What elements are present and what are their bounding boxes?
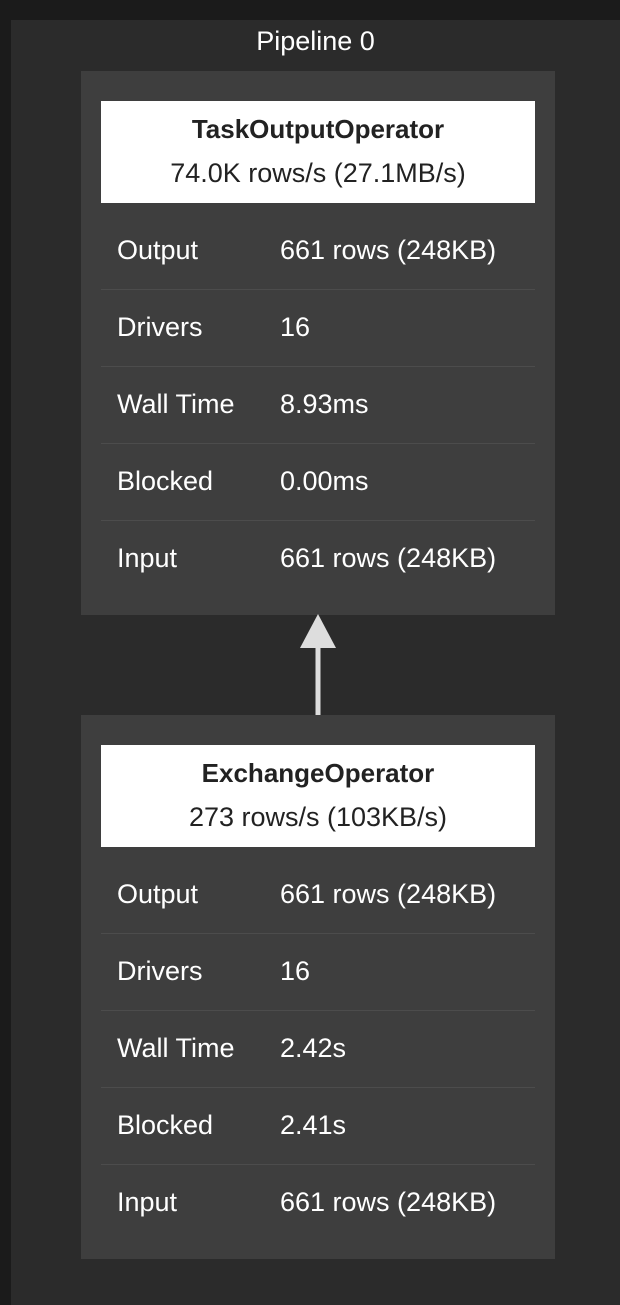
- stat-row-blocked: Blocked 0.00ms: [101, 444, 535, 521]
- stat-value: 661 rows (248KB): [280, 235, 497, 265]
- stat-value: 2.42s: [280, 1033, 347, 1063]
- stat-label: Blocked: [117, 466, 214, 496]
- stat-row-blocked: Blocked 2.41s: [101, 1088, 535, 1165]
- stat-value: 16: [280, 312, 311, 342]
- stat-value: 661 rows (248KB): [280, 543, 497, 573]
- stat-label: Output: [117, 879, 199, 909]
- stat-label: Blocked: [117, 1110, 214, 1140]
- stat-row-output: Output 661 rows (248KB): [101, 213, 535, 290]
- stat-row-output: Output 661 rows (248KB): [101, 857, 535, 934]
- operator-stats-table: Output 661 rows (248KB) Drivers 16 Wall …: [101, 857, 535, 1241]
- stat-label: Input: [117, 1187, 178, 1217]
- stat-label: Wall Time: [117, 389, 235, 419]
- stat-value: 8.93ms: [280, 389, 369, 419]
- pipeline-title: Pipeline 0: [256, 26, 375, 56]
- stat-row-drivers: Drivers 16: [101, 290, 535, 367]
- stat-row-input: Input 661 rows (248KB): [101, 521, 535, 597]
- operator-header: TaskOutputOperator 74.0K rows/s (27.1MB/…: [101, 101, 535, 203]
- operator-throughput: 74.0K rows/s (27.1MB/s): [170, 158, 466, 188]
- stat-label: Output: [117, 235, 199, 265]
- stat-value: 661 rows (248KB): [280, 879, 497, 909]
- operator-throughput: 273 rows/s (103KB/s): [188, 802, 448, 832]
- operator-header: ExchangeOperator 273 rows/s (103KB/s): [101, 745, 535, 847]
- arrow-up-icon: [300, 614, 336, 715]
- stat-value: 661 rows (248KB): [280, 1187, 497, 1217]
- stat-row-drivers: Drivers 16: [101, 934, 535, 1011]
- stat-row-wall-time: Wall Time 2.42s: [101, 1011, 535, 1088]
- stat-value: 2.41s: [280, 1110, 347, 1140]
- stat-label: Drivers: [117, 956, 203, 986]
- stat-value: 0.00ms: [280, 466, 369, 496]
- stat-row-input: Input 661 rows (248KB): [101, 1165, 535, 1241]
- operator-name: TaskOutputOperator: [191, 114, 445, 144]
- stat-label: Drivers: [117, 312, 203, 342]
- operator-stats-table: Output 661 rows (248KB) Drivers 16 Wall …: [101, 213, 535, 597]
- stat-row-wall-time: Wall Time 8.93ms: [101, 367, 535, 444]
- operator-node-task-output[interactable]: TaskOutputOperator 74.0K rows/s (27.1MB/…: [81, 71, 555, 615]
- stat-label: Wall Time: [117, 1033, 235, 1063]
- stat-value: 16: [280, 956, 311, 986]
- pipeline-0-cluster: Pipeline 0 TaskOutputOperator 74.0K rows…: [11, 20, 620, 1305]
- stat-label: Input: [117, 543, 178, 573]
- operator-name: ExchangeOperator: [201, 758, 435, 788]
- operator-node-exchange[interactable]: ExchangeOperator 273 rows/s (103KB/s) Ou…: [81, 715, 555, 1259]
